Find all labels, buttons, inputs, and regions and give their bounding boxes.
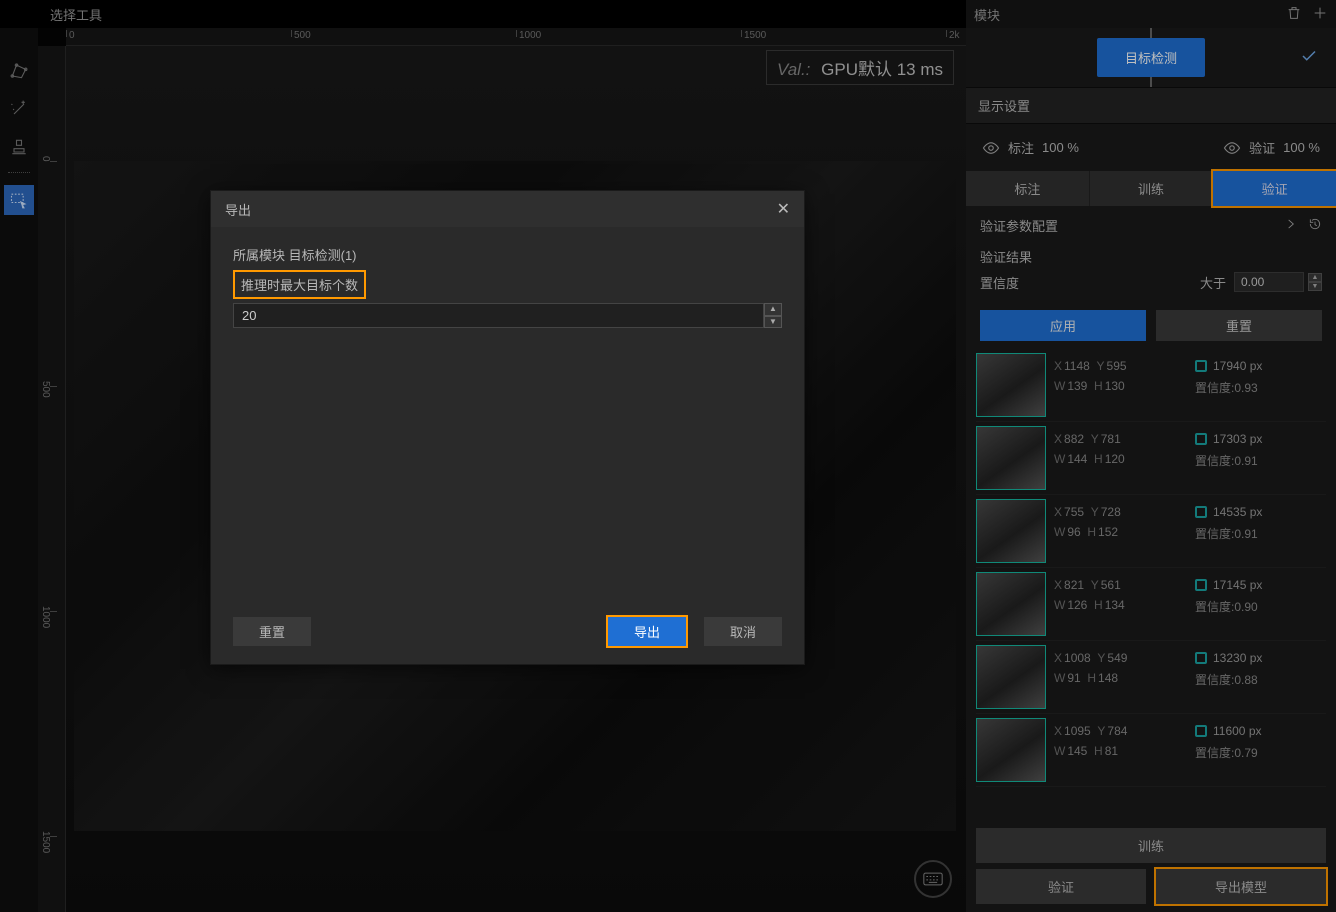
- dialog-title: 导出: [225, 200, 251, 219]
- dialog-header: 导出 ✕: [211, 191, 804, 227]
- dialog-reset-button[interactable]: 重置: [233, 617, 311, 646]
- spin-up-icon[interactable]: ▲: [764, 303, 782, 316]
- export-dialog: 导出 ✕ 所属模块 目标检测(1) 推理时最大目标个数 ▲▼ 重置 导出 取消: [210, 190, 805, 665]
- dialog-export-button[interactable]: 导出: [608, 617, 686, 646]
- module-line: 所属模块 目标检测(1): [233, 245, 782, 264]
- dialog-cancel-button[interactable]: 取消: [704, 617, 782, 646]
- close-icon[interactable]: ✕: [777, 199, 790, 219]
- max-targets-label: 推理时最大目标个数: [233, 270, 366, 299]
- max-targets-input[interactable]: [233, 303, 764, 328]
- dialog-footer: 重置 导出 取消: [211, 607, 804, 664]
- dialog-body: 所属模块 目标检测(1) 推理时最大目标个数 ▲▼: [211, 227, 804, 607]
- spin-down-icon[interactable]: ▼: [764, 316, 782, 329]
